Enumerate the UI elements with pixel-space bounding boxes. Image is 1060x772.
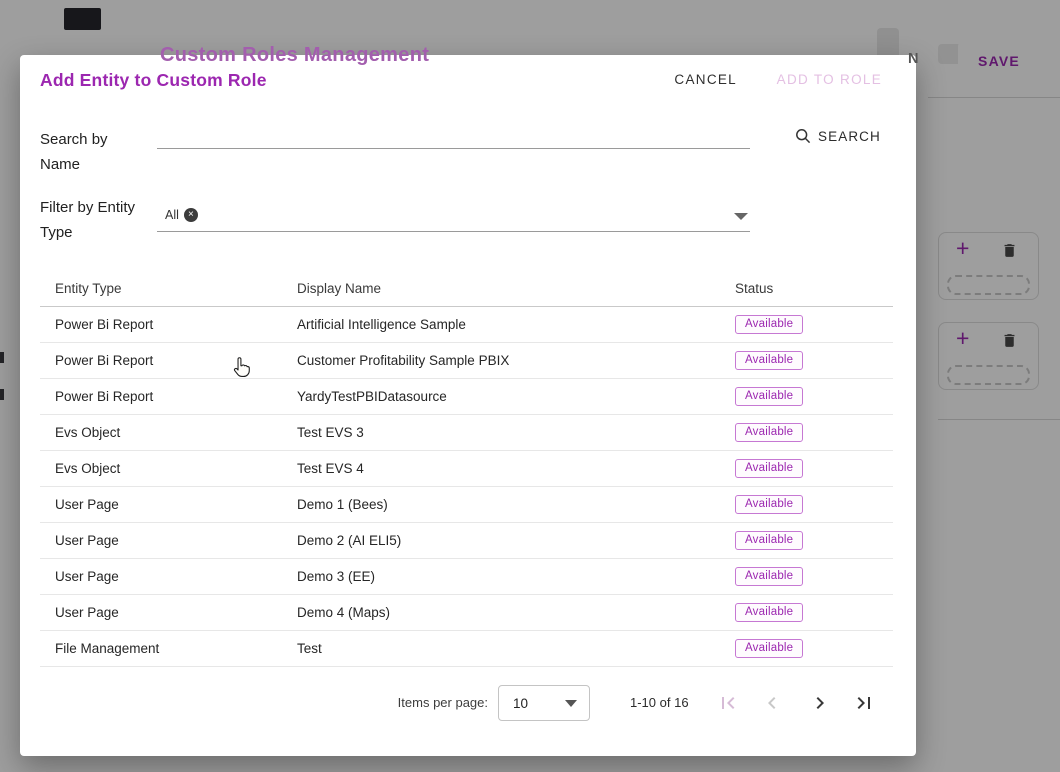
dialog-title: Add Entity to Custom Role xyxy=(40,70,267,91)
status-badge: Available xyxy=(735,639,803,658)
status-badge: Available xyxy=(735,495,803,514)
chip-remove-icon[interactable]: × xyxy=(184,208,198,222)
background-page-title: Custom Roles Management xyxy=(160,44,429,67)
table-row[interactable]: File Management Test Available xyxy=(40,631,893,667)
last-page-icon xyxy=(852,691,876,715)
table-row[interactable]: User Page Demo 4 (Maps) Available xyxy=(40,595,893,631)
table-header-row: Entity Type Display Name Status xyxy=(40,271,893,307)
page-range-label: 1-10 of 16 xyxy=(630,685,689,721)
entity-table: Entity Type Display Name Status Power Bi… xyxy=(40,271,893,667)
cell-entity-type: User Page xyxy=(40,605,297,620)
status-badge: Available xyxy=(735,567,803,586)
table-row[interactable]: User Page Demo 2 (AI ELI5) Available xyxy=(40,523,893,559)
table-row[interactable]: Power Bi Report Artificial Intelligence … xyxy=(40,307,893,343)
status-badge: Available xyxy=(735,531,803,550)
page-size-select[interactable]: 10 xyxy=(498,685,590,721)
status-badge: Available xyxy=(735,603,803,622)
filter-chip[interactable]: All × xyxy=(165,208,198,222)
search-button[interactable]: SEARCH xyxy=(795,124,881,148)
cell-display-name: Demo 3 (EE) xyxy=(297,569,735,584)
background-partial-text: N xyxy=(908,51,919,67)
search-button-label: SEARCH xyxy=(818,129,881,144)
table-row[interactable]: Evs Object Test EVS 4 Available xyxy=(40,451,893,487)
search-input[interactable] xyxy=(157,123,750,149)
status-badge: Available xyxy=(735,315,803,334)
search-label: Search by Name xyxy=(40,127,144,177)
mouse-cursor xyxy=(232,356,250,380)
cell-entity-type: User Page xyxy=(40,533,297,548)
status-badge: Available xyxy=(735,351,803,370)
table-row[interactable]: Power Bi Report YardyTestPBIDatasource A… xyxy=(40,379,893,415)
last-page-button[interactable] xyxy=(852,691,876,715)
next-page-button[interactable] xyxy=(808,691,832,715)
cell-entity-type: User Page xyxy=(40,497,297,512)
screen: SAVE + + Custom Roles Management N Add E… xyxy=(0,0,1060,772)
cell-display-name: Demo 4 (Maps) xyxy=(297,605,735,620)
cell-display-name: Artificial Intelligence Sample xyxy=(297,317,735,332)
table-row[interactable]: Evs Object Test EVS 3 Available xyxy=(40,415,893,451)
entity-type-select[interactable]: All × xyxy=(157,201,750,232)
cell-entity-type: Evs Object xyxy=(40,425,297,440)
cell-entity-type: File Management xyxy=(40,641,297,656)
add-to-role-button[interactable]: ADD TO ROLE xyxy=(777,71,882,89)
cell-entity-type: Power Bi Report xyxy=(40,389,297,404)
cell-display-name: Test xyxy=(297,641,735,656)
status-badge: Available xyxy=(735,459,803,478)
cell-entity-type: Evs Object xyxy=(40,461,297,476)
add-entity-dialog: Add Entity to Custom Role CANCEL ADD TO … xyxy=(20,55,916,756)
cell-entity-type: User Page xyxy=(40,569,297,584)
cell-display-name: Customer Profitability Sample PBIX xyxy=(297,353,735,368)
cell-entity-type: Power Bi Report xyxy=(40,317,297,332)
column-header-entity-type: Entity Type xyxy=(40,281,297,296)
dropdown-arrow-icon[interactable] xyxy=(734,213,748,220)
cell-entity-type: Power Bi Report xyxy=(40,353,297,368)
cell-display-name: Demo 2 (AI ELI5) xyxy=(297,533,735,548)
select-arrow-icon xyxy=(565,700,577,707)
cell-display-name: Test EVS 3 xyxy=(297,425,735,440)
status-badge: Available xyxy=(735,423,803,442)
column-header-display-name: Display Name xyxy=(297,281,735,296)
table-row[interactable]: User Page Demo 1 (Bees) Available xyxy=(40,487,893,523)
items-per-page-label: Items per page: xyxy=(350,685,488,721)
first-page-button[interactable] xyxy=(716,691,740,715)
table-row[interactable]: Power Bi Report Customer Profitability S… xyxy=(40,343,893,379)
cell-display-name: YardyTestPBIDatasource xyxy=(297,389,735,404)
table-row[interactable]: User Page Demo 3 (EE) Available xyxy=(40,559,893,595)
status-badge: Available xyxy=(735,387,803,406)
first-page-icon xyxy=(716,691,740,715)
search-icon xyxy=(795,128,811,144)
column-header-status: Status xyxy=(735,281,893,296)
cancel-button[interactable]: CANCEL xyxy=(674,71,737,89)
page-size-value: 10 xyxy=(513,696,528,711)
cell-display-name: Demo 1 (Bees) xyxy=(297,497,735,512)
chevron-left-icon xyxy=(760,691,784,715)
filter-chip-label: All xyxy=(165,208,179,222)
entity-table-body: Power Bi Report Artificial Intelligence … xyxy=(40,307,893,667)
previous-page-button[interactable] xyxy=(760,691,784,715)
filter-label: Filter by Entity Type xyxy=(40,195,152,245)
chevron-right-icon xyxy=(808,691,832,715)
cell-display-name: Test EVS 4 xyxy=(297,461,735,476)
